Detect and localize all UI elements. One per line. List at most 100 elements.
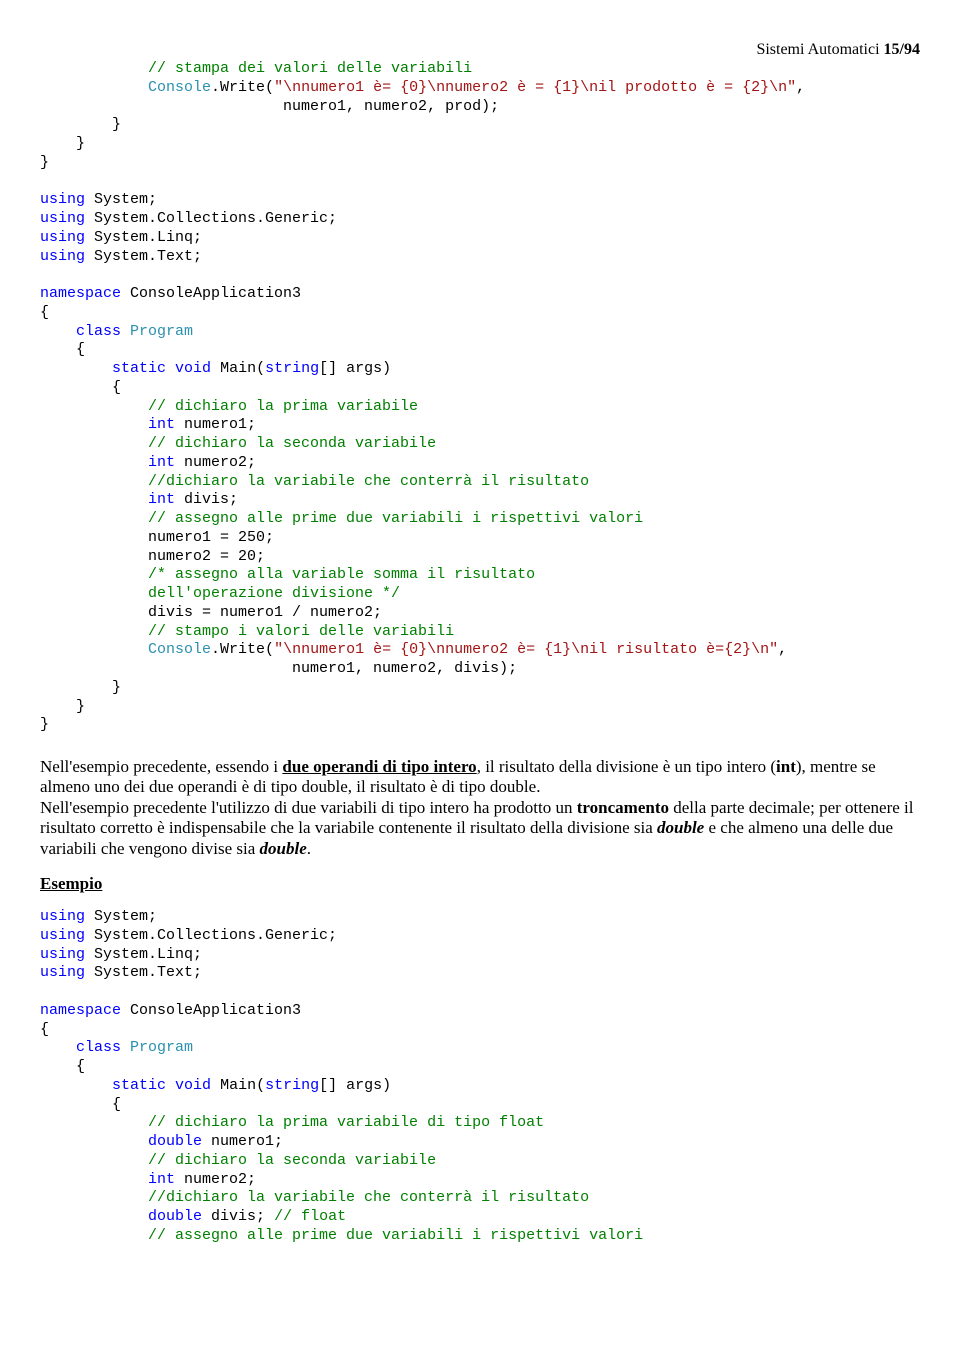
emphasis: troncamento xyxy=(577,798,669,817)
code-line: // assegno alle prime due variabili i ri… xyxy=(40,510,643,527)
code-token: Console xyxy=(148,641,211,658)
code-token: using xyxy=(40,964,85,981)
code-token xyxy=(166,1077,175,1094)
code-token xyxy=(40,360,112,377)
code-line: //dichiaro la variabile che conterrà il … xyxy=(40,473,589,490)
code-block-2: using System; using System.Collections.G… xyxy=(40,908,920,1246)
code-block-1: // stampa dei valori delle variabili Con… xyxy=(40,60,920,735)
code-token: using xyxy=(40,191,85,208)
code-line: { xyxy=(40,1096,121,1113)
code-token: numero1; xyxy=(175,416,256,433)
emphasis: int xyxy=(776,757,796,776)
code-token: int xyxy=(148,491,175,508)
code-token: using xyxy=(40,927,85,944)
code-token: using xyxy=(40,248,85,265)
code-token: string xyxy=(265,1077,319,1094)
code-token: void xyxy=(175,1077,211,1094)
code-token: divis; xyxy=(202,1208,274,1225)
code-token: .Write( xyxy=(211,79,274,96)
code-token xyxy=(40,1077,112,1094)
code-line: { xyxy=(40,304,49,321)
code-token: numero1; xyxy=(202,1133,283,1150)
code-line: } xyxy=(40,679,121,696)
code-line xyxy=(40,79,148,96)
emphasis: due operandi di tipo intero xyxy=(282,757,476,776)
code-token: Main( xyxy=(211,360,265,377)
code-token xyxy=(40,323,76,340)
code-line: { xyxy=(40,341,85,358)
code-token: .Write( xyxy=(211,641,274,658)
code-token xyxy=(121,323,130,340)
emphasis: double xyxy=(260,839,307,858)
code-token: static xyxy=(112,1077,166,1094)
code-token xyxy=(121,1039,130,1056)
code-token: numero2; xyxy=(175,454,256,471)
code-token: Program xyxy=(130,323,193,340)
code-line: dell'operazione divisione */ xyxy=(40,585,400,602)
code-token: System; xyxy=(85,191,157,208)
code-token: int xyxy=(148,416,175,433)
code-token: System.Collections.Generic; xyxy=(85,927,337,944)
code-line: } xyxy=(40,716,49,733)
code-line: // stampa dei valori delle variabili xyxy=(40,60,472,77)
code-token: divis; xyxy=(175,491,238,508)
code-token xyxy=(40,1208,148,1225)
code-token xyxy=(40,1171,148,1188)
code-token: double xyxy=(148,1208,202,1225)
code-token: class xyxy=(76,1039,121,1056)
code-token xyxy=(40,454,148,471)
code-token: ConsoleApplication3 xyxy=(121,285,301,302)
code-token: using xyxy=(40,229,85,246)
text: Nell'esempio precedente l'utilizzo di du… xyxy=(40,798,577,817)
text: Nell'esempio precedente, essendo i xyxy=(40,757,282,776)
text: . xyxy=(307,839,311,858)
code-token: string xyxy=(265,360,319,377)
code-token: int xyxy=(148,1171,175,1188)
code-line: // assegno alle prime due variabili i ri… xyxy=(40,1227,643,1244)
code-token: System.Text; xyxy=(85,964,202,981)
code-token: static xyxy=(112,360,166,377)
code-line: // dichiaro la prima variabile xyxy=(40,398,418,415)
code-line: } xyxy=(40,135,85,152)
code-token: [] args) xyxy=(319,1077,391,1094)
code-token: using xyxy=(40,908,85,925)
code-line: divis = numero1 / numero2; xyxy=(40,604,382,621)
code-token: using xyxy=(40,946,85,963)
explanatory-paragraph: Nell'esempio precedente, essendo i due o… xyxy=(40,757,920,859)
code-line: } xyxy=(40,116,121,133)
code-token: "\nnumero1 è= {0}\nnumero2 è = {1}\nil p… xyxy=(274,79,796,96)
code-line: numero1 = 250; xyxy=(40,529,274,546)
code-token: System.Collections.Generic; xyxy=(85,210,337,227)
code-token: System.Linq; xyxy=(85,946,202,963)
code-token: "\nnumero1 è= {0}\nnumero2 è= {1}\nil ri… xyxy=(274,641,778,658)
code-token: namespace xyxy=(40,285,121,302)
code-token: System; xyxy=(85,908,157,925)
code-line: // dichiaro la seconda variabile xyxy=(40,1152,436,1169)
code-token: int xyxy=(148,454,175,471)
code-line: numero1, numero2, divis); xyxy=(40,660,517,677)
code-token: Main( xyxy=(211,1077,265,1094)
code-token xyxy=(40,641,148,658)
code-line: { xyxy=(40,1021,49,1038)
code-token: System.Text; xyxy=(85,248,202,265)
code-token: double xyxy=(148,1133,202,1150)
code-token: using xyxy=(40,210,85,227)
code-line: /* assegno alla variable somma il risult… xyxy=(40,566,535,583)
code-token xyxy=(40,1133,148,1150)
code-line: //dichiaro la variabile che conterrà il … xyxy=(40,1189,589,1206)
code-line: numero1, numero2, prod); xyxy=(40,98,499,115)
code-token: class xyxy=(76,323,121,340)
code-line: } xyxy=(40,698,85,715)
code-token: Program xyxy=(130,1039,193,1056)
code-token: numero2; xyxy=(175,1171,256,1188)
code-token: System.Linq; xyxy=(85,229,202,246)
code-token xyxy=(40,416,148,433)
code-token: ConsoleApplication3 xyxy=(121,1002,301,1019)
code-line: // dichiaro la seconda variabile xyxy=(40,435,436,452)
code-line: } xyxy=(40,154,49,171)
emphasis: double xyxy=(657,818,704,837)
code-token xyxy=(166,360,175,377)
section-heading-esempio: Esempio xyxy=(40,873,920,894)
code-line: numero2 = 20; xyxy=(40,548,265,565)
code-token: [] args) xyxy=(319,360,391,377)
